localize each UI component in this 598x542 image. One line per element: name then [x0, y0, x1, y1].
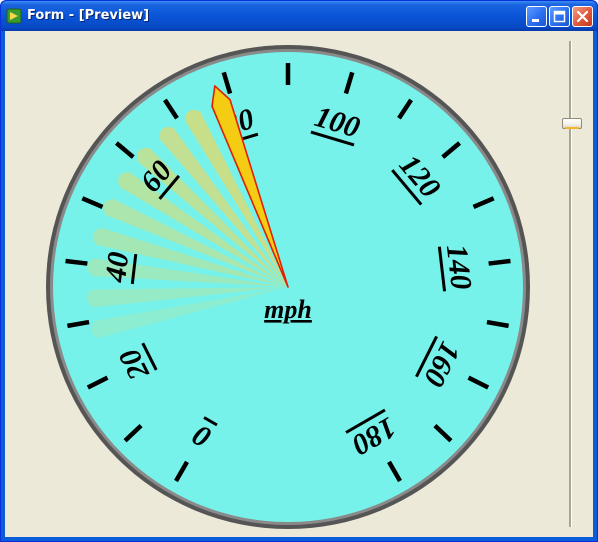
minimize-button[interactable] — [526, 6, 547, 27]
maximize-button[interactable] — [549, 6, 570, 27]
tick-mark — [65, 258, 88, 266]
tick-label: 140 — [440, 243, 478, 292]
minimize-icon — [532, 19, 539, 22]
title-bar[interactable]: Form - [Preview] — [1, 1, 597, 31]
tick-mark — [488, 258, 511, 266]
close-icon — [576, 10, 589, 23]
form-client-area: 0 20 40 60 80 100 120 140 160 180 mph — [5, 31, 593, 537]
form-icon — [6, 8, 22, 24]
speed-slider-thumb[interactable] — [562, 118, 582, 129]
tick-label: 40 — [99, 250, 135, 285]
speed-slider-track[interactable] — [569, 41, 572, 527]
window-title: Form - [Preview] — [27, 8, 150, 23]
close-button[interactable] — [572, 6, 593, 27]
app-window: Form - [Preview] 0 20 40 60 80 100 120 140 160 18… — [0, 0, 598, 542]
maximize-icon — [553, 10, 566, 23]
unit-label: mph — [264, 295, 312, 324]
speedometer-gauge: 020406080 100120140160180 mph — [46, 45, 530, 529]
